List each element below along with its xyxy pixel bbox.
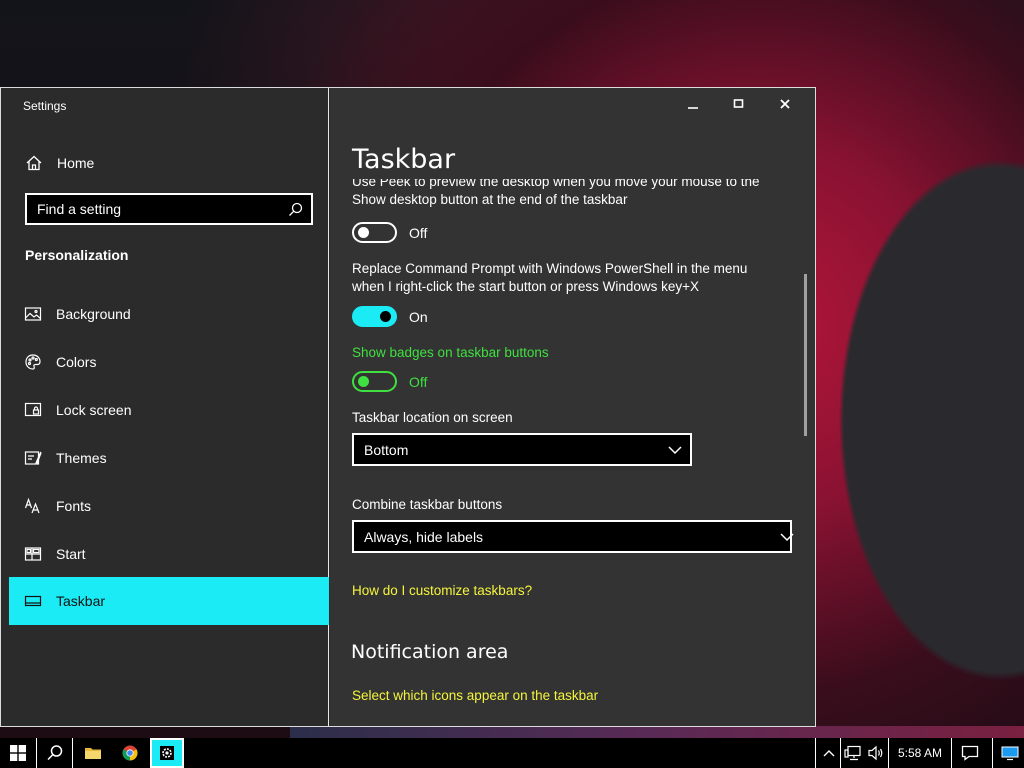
desktop-icon <box>1001 746 1019 761</box>
toggle-knob <box>380 311 391 322</box>
network-button[interactable] <box>842 738 864 768</box>
taskbar-chrome[interactable] <box>113 738 147 768</box>
select-icons-link[interactable]: Select which icons appear on the taskbar <box>352 688 598 703</box>
sidebar-item-label: Themes <box>56 450 107 466</box>
taskbar-settings[interactable] <box>150 738 184 768</box>
taskbar-file-explorer[interactable] <box>76 738 110 768</box>
palette-icon <box>25 354 41 370</box>
sidebar-item-label: Colors <box>56 354 97 370</box>
content-pane: Taskbar Use Peek to preview the desktop … <box>330 88 815 726</box>
badges-toggle[interactable] <box>352 371 397 392</box>
sidebar-item-label: Lock screen <box>56 402 132 418</box>
taskbar: 5:58 AM <box>0 738 1024 768</box>
settings-window: Settings Home Find a setting Personaliza… <box>0 87 816 727</box>
search-placeholder: Find a setting <box>37 201 122 217</box>
combine-label: Combine taskbar buttons <box>352 497 503 512</box>
taskbar-icon <box>24 595 42 607</box>
combine-value: Always, hide labels <box>364 528 484 545</box>
peek-toggle[interactable] <box>352 222 397 243</box>
taskbar-separator <box>815 738 816 768</box>
fonts-icon <box>24 497 40 514</box>
sidebar-item-label: Background <box>56 306 131 322</box>
sidebar-item-taskbar[interactable]: Taskbar <box>9 577 329 625</box>
volume-button[interactable] <box>864 738 888 768</box>
close-icon <box>780 99 790 109</box>
sidebar-item-start[interactable]: Start <box>9 530 329 578</box>
minimize-button[interactable] <box>670 88 716 120</box>
taskbar-separator <box>36 738 37 768</box>
action-center-button[interactable] <box>955 738 985 768</box>
notification-icon <box>961 745 979 761</box>
search-icon[interactable] <box>288 202 303 217</box>
close-button[interactable] <box>762 88 808 120</box>
search-icon <box>47 745 63 761</box>
home-label: Home <box>57 155 95 171</box>
powershell-toggle-state: On <box>409 309 428 325</box>
powershell-toggle[interactable] <box>352 306 397 327</box>
start-button[interactable] <box>0 738 36 768</box>
sidebar-item-lock-screen[interactable]: Lock screen <box>9 386 329 434</box>
powershell-description-line1: Replace Command Prompt with Windows Powe… <box>352 261 748 276</box>
taskbar-separator <box>72 738 73 768</box>
sidebar-item-label: Start <box>56 546 86 562</box>
themes-icon <box>24 451 42 465</box>
volume-icon <box>868 745 883 761</box>
file-explorer-icon <box>85 748 101 759</box>
badges-label: Show badges on taskbar buttons <box>352 345 549 360</box>
sidebar-item-label: Fonts <box>56 498 92 514</box>
chevron-down-icon <box>780 532 794 541</box>
location-dropdown[interactable]: Bottom <box>352 433 692 466</box>
taskbar-search-button[interactable] <box>38 738 72 768</box>
page-title: Taskbar <box>352 144 456 175</box>
minimize-icon <box>688 107 698 109</box>
scrollbar-thumb[interactable] <box>804 274 807 436</box>
settings-icon <box>160 746 174 760</box>
image-icon <box>24 307 42 321</box>
show-desktop-button[interactable] <box>996 738 1024 768</box>
powershell-description: Replace Command Prompt with Windows Powe… <box>352 260 792 296</box>
combine-dropdown[interactable]: Always, hide labels <box>352 520 794 553</box>
network-icon <box>844 745 861 761</box>
wallpaper-stripe <box>290 726 1024 738</box>
sidebar-item-colors[interactable]: Colors <box>9 338 329 386</box>
section-label: Personalization <box>25 247 129 263</box>
location-value: Bottom <box>364 441 409 458</box>
taskbar-clock[interactable]: 5:58 AM <box>889 738 951 768</box>
sidebar-item-background[interactable]: Background <box>9 290 329 338</box>
maximize-button[interactable] <box>716 88 762 120</box>
chrome-icon <box>122 745 138 761</box>
sidebar-item-fonts[interactable]: Fonts <box>9 482 329 530</box>
taskbar-separator <box>992 738 993 768</box>
home-link[interactable]: Home <box>25 152 94 174</box>
customize-taskbars-link[interactable]: How do I customize taskbars? <box>352 583 532 598</box>
chevron-down-icon <box>668 445 682 454</box>
sidebar: Settings Home Find a setting Personaliza… <box>1 88 329 726</box>
sidebar-item-label: Taskbar <box>56 593 106 609</box>
maximize-icon <box>733 99 744 108</box>
show-hidden-icons-button[interactable] <box>818 738 840 768</box>
window-title: Settings <box>23 99 67 113</box>
peek-toggle-state: Off <box>409 225 428 241</box>
taskbar-separator <box>840 738 841 768</box>
toggle-knob <box>358 227 369 238</box>
start-icon <box>24 547 42 561</box>
taskbar-separator <box>951 738 952 768</box>
toggle-knob <box>358 376 369 387</box>
home-icon <box>26 155 42 171</box>
windows-logo-icon <box>10 745 26 761</box>
peek-description: Use Peek to preview the desktop when you… <box>352 179 792 209</box>
notification-area-heading: Notification area <box>351 641 509 663</box>
badges-toggle-state: Off <box>409 374 428 390</box>
powershell-description-line2: when I right-click the start button or p… <box>352 279 700 294</box>
search-input[interactable]: Find a setting <box>25 193 313 225</box>
lock-screen-icon <box>24 402 42 417</box>
sidebar-item-themes[interactable]: Themes <box>9 434 329 482</box>
location-label: Taskbar location on screen <box>352 410 513 425</box>
chevron-up-icon <box>823 750 835 757</box>
peek-description-line1: Use Peek to preview the desktop when you… <box>352 179 760 189</box>
peek-description-line2: Show desktop button at the end of the ta… <box>352 192 628 207</box>
